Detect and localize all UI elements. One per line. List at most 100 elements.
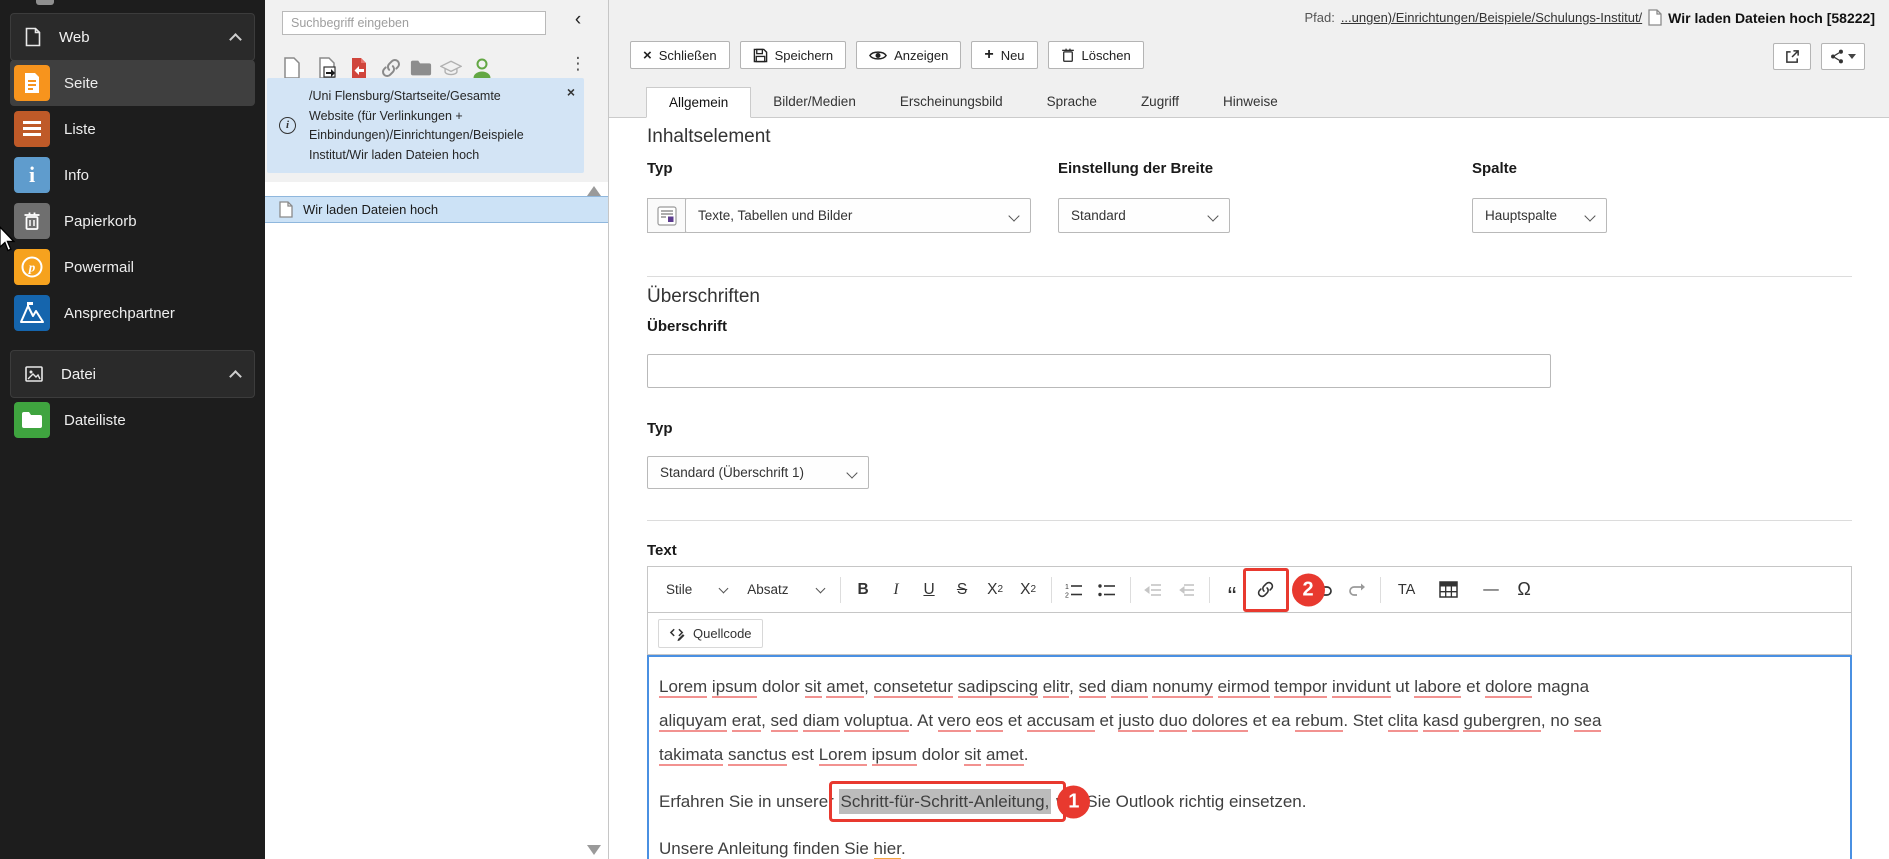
more-options-icon[interactable]: ⋮ [568,54,588,74]
rte-redo-button[interactable] [1341,574,1374,606]
sidebar-item-dateiliste[interactable]: Dateiliste [10,397,255,443]
sidebar-item-ansprechpartner[interactable]: Ansprechpartner [10,290,255,336]
link-icon[interactable] [380,56,402,80]
record-page-icon [1648,9,1662,26]
close-button[interactable]: × Schließen [630,41,730,69]
graduation-cap-icon[interactable] [440,56,462,80]
scroll-down-icon[interactable] [587,845,601,855]
sidebar-item-seite[interactable]: Seite [10,60,255,106]
page-shortcut-icon[interactable] [316,56,338,80]
save-floppy-icon [753,48,768,63]
tab-hinweise[interactable]: Hinweise [1201,87,1300,117]
sidebar-item-powermail[interactable]: p Powermail [10,244,255,290]
rte-content[interactable]: Lorem ipsum dolor sit amet, consetetur s… [647,655,1852,859]
tree-node-selected[interactable]: Wir laden Dateien hoch [265,196,608,223]
sidebar-item-label: Powermail [64,259,134,276]
misspelled-word: erat [732,711,761,732]
tree-node-label: Wir laden Dateien hoch [303,202,438,217]
misspelled-word: accusam [1027,711,1095,732]
misspelled-word: sit [805,677,822,698]
delete-button[interactable]: Löschen [1048,41,1144,69]
misspelled-word: rebum [1295,711,1343,732]
share-button[interactable] [1821,43,1865,70]
sidebar-item-papierkorb[interactable]: Papierkorb [10,198,255,244]
rte-indent-button[interactable] [1137,574,1170,606]
rte-superscript-button[interactable]: X2 [1012,574,1045,606]
rte-format-dropdown[interactable]: Absatz [737,574,833,606]
rte-editor: Stile Absatz B I U S X2 X2 12 [647,566,1852,859]
misspelled-word: elitr [1043,677,1069,698]
save-button[interactable]: Speichern [740,41,847,69]
heading-type-select[interactable]: Standard (Überschrift 1) [647,456,869,489]
misspelled-word: labore [1414,677,1461,698]
sidebar-item-liste[interactable]: Liste [10,106,255,152]
new-button[interactable]: + Neu [971,41,1037,69]
chevron-up-icon [229,370,242,383]
path-link[interactable]: ...ungen)/Einrichtungen/Beispiele/Schulu… [1341,10,1642,25]
rte-bullet-list-button[interactable] [1091,574,1124,606]
chevron-up-icon [229,33,242,46]
misspelled-word: voluptua [844,711,908,732]
rte-table-button[interactable] [1427,574,1475,606]
bullet-list-icon [1098,582,1116,598]
chevron-down-icon [1207,210,1218,221]
svg-text:p: p [28,260,36,275]
rte-link-button[interactable] [1249,574,1282,606]
pagetree-search-input[interactable] [282,11,546,35]
annotation-badge-2: 2 [1292,573,1325,606]
collapse-panel-icon[interactable]: ‹ [568,9,588,31]
main-content: Pfad: ...ungen)/Einrichtungen/Beispiele/… [609,0,1889,859]
width-select[interactable]: Standard [1058,198,1230,233]
rte-styles-dropdown[interactable]: Stile [656,574,737,606]
rte-bold-button[interactable]: B [847,574,880,606]
rte-hier-link[interactable]: hier [874,839,901,859]
rte-special-char-button[interactable]: Ω [1508,574,1541,606]
rte-text-transform-button[interactable]: TA [1387,574,1427,606]
content-type-icon-box [647,198,686,233]
rte-subscript-button[interactable]: X2 [979,574,1012,606]
rte-paragraph-lorem: Lorem ipsum dolor sit amet, consetetur s… [659,670,1834,772]
view-button[interactable]: Anzeigen [856,41,961,69]
callout-close-icon[interactable]: × [567,84,575,100]
tab-bilder-medien[interactable]: Bilder/Medien [751,87,878,117]
folder-icon[interactable] [410,56,432,80]
tab-allgemein[interactable]: Allgemein [646,87,751,118]
rte-strikethrough-button[interactable]: S [946,574,979,606]
tab-sprache[interactable]: Sprache [1025,87,1119,117]
typo3-backend-screen: Web Seite Liste i Info Papierkorb [0,0,1889,859]
rte-numbered-list-button[interactable]: 12 [1058,574,1091,606]
rte-source-button[interactable]: Quellcode [658,619,763,648]
textpic-icon [657,206,677,226]
module-group-web[interactable]: Web [10,13,255,61]
open-new-window-button[interactable] [1773,43,1811,70]
module-group-datei[interactable]: Datei [10,350,255,398]
rte-blockquote-button[interactable]: “ [1216,574,1249,606]
type-label: Typ [647,160,673,177]
tab-erscheinungsbild[interactable]: Erscheinungsbild [878,87,1025,117]
column-select[interactable]: Hauptspalte [1472,198,1607,233]
user-icon[interactable] [471,56,493,80]
misspelled-word: takimata [659,745,723,766]
misspelled-word: amet [826,677,864,698]
scroll-up-icon[interactable] [587,186,601,196]
pagetree-info-callout: i /Uni Flensburg/Startseite/Gesamte Webs… [267,78,584,173]
new-page-icon[interactable] [281,56,303,80]
chevron-down-icon [846,467,857,478]
toolbar-separator [840,577,841,603]
rte-outdent-button[interactable] [1170,574,1203,606]
ansprechpartner-icon [14,295,50,331]
trash-icon [14,203,50,239]
edit-form: Inhaltselement Typ Einstellung der Breit… [647,118,1852,859]
rte-italic-button[interactable]: I [880,574,913,606]
sidebar-item-info[interactable]: i Info [10,152,255,198]
tab-zugriff[interactable]: Zugriff [1119,87,1201,117]
content-type-select[interactable]: Texte, Tabellen und Bilder [685,198,1031,233]
rte-horizontal-rule-button[interactable]: — [1475,574,1508,606]
page-mount-icon[interactable] [348,56,370,80]
misspelled-word: dolores [1192,711,1248,732]
heading-input[interactable] [647,354,1551,388]
source-code-icon [669,625,686,642]
svg-text:2: 2 [1065,592,1069,598]
module-group-label: Datei [61,366,231,383]
rte-underline-button[interactable]: U [913,574,946,606]
